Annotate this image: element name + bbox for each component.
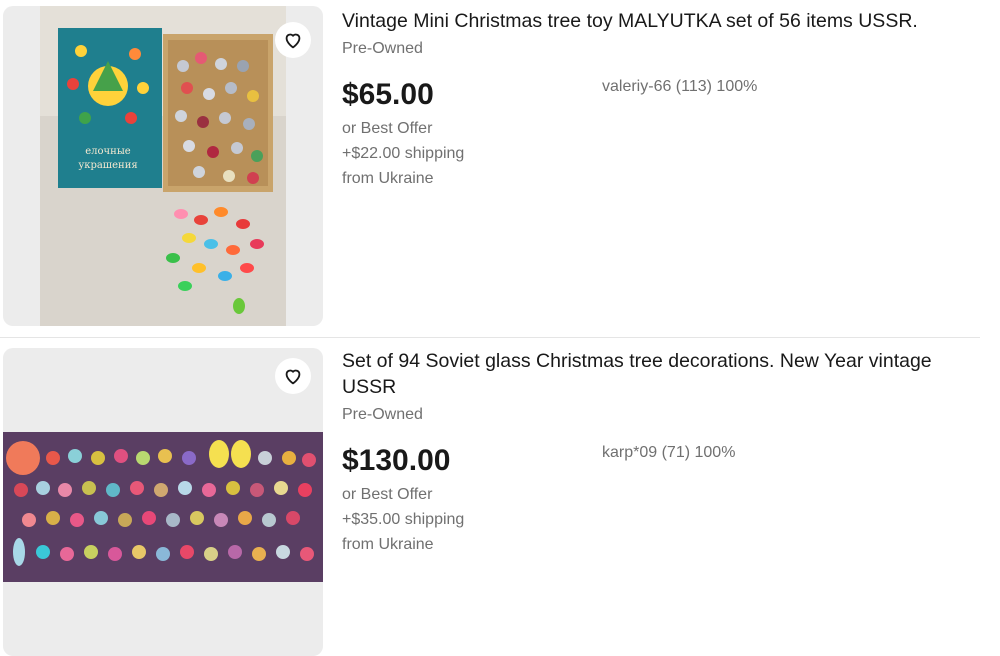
watch-button[interactable]	[275, 358, 311, 394]
price-row: $130.00 karp*09 (71) 100%	[342, 442, 982, 480]
best-offer-label: or Best Offer	[342, 120, 433, 137]
watch-button[interactable]	[275, 22, 311, 58]
seller-info: valeriy-66 (113) 100%	[602, 78, 758, 95]
seller-info: karp*09 (71) 100%	[602, 444, 736, 461]
item-location: from Ukraine	[342, 536, 434, 553]
condition-label: Pre-Owned	[342, 40, 423, 57]
condition-label: Pre-Owned	[342, 406, 423, 423]
price-row: $65.00 valeriy-66 (113) 100%	[342, 76, 982, 114]
heart-icon	[285, 369, 301, 385]
shipping-cost: +$22.00 shipping	[342, 145, 465, 162]
shipping-cost: +$35.00 shipping	[342, 511, 465, 528]
listing-item: елочные украшения Vintage Mini Christmas…	[0, 0, 980, 338]
best-offer-label: or Best Offer	[342, 486, 433, 503]
listing-title-link[interactable]: Vintage Mini Christmas tree toy MALYUTKA…	[342, 8, 982, 34]
box-label-line-2: украшения	[78, 160, 137, 171]
listing-info: Set of 94 Soviet glass Christmas tree de…	[342, 348, 982, 557]
listing-item: Set of 94 Soviet glass Christmas tree de…	[0, 338, 980, 656]
listing-title-link[interactable]: Set of 94 Soviet glass Christmas tree de…	[342, 348, 982, 400]
item-photo[interactable]	[3, 348, 323, 656]
item-image-container[interactable]	[3, 348, 323, 656]
listing-info: Vintage Mini Christmas tree toy MALYUTKA…	[342, 8, 982, 191]
item-photo[interactable]: елочные украшения	[3, 6, 323, 326]
box-label-line-1: елочные	[85, 146, 131, 157]
item-location: from Ukraine	[342, 170, 434, 187]
item-image-container[interactable]: елочные украшения	[3, 6, 323, 326]
heart-icon	[285, 33, 301, 49]
